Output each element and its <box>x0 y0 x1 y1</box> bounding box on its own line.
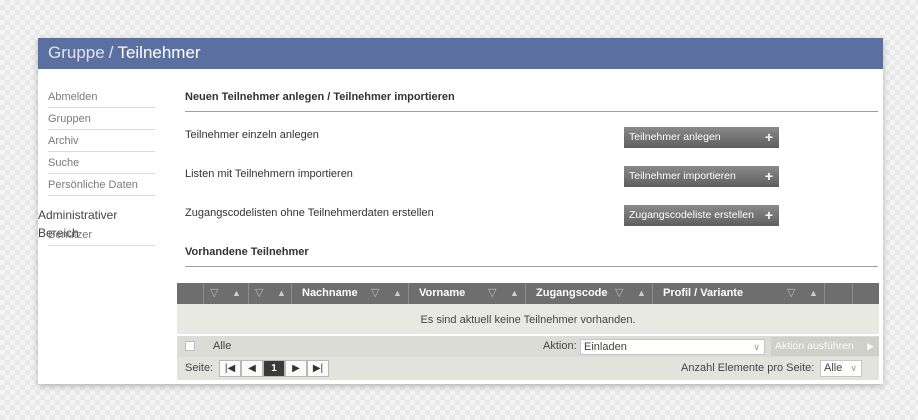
import-participants-button[interactable]: Teilnehmer importieren + <box>624 166 779 187</box>
column-profil-variante-label: Profil / Variante <box>663 287 744 299</box>
select-all-label: Alle <box>213 340 232 352</box>
filter-icon[interactable]: ▽ <box>255 283 263 304</box>
sidebar-item-archiv[interactable]: Archiv <box>48 130 155 152</box>
chevron-down-icon: ∨ <box>753 342 760 352</box>
create-participant-button[interactable]: Teilnehmer anlegen + <box>624 127 779 148</box>
access-code-list-label: Zugangscodelisten ohne Teilnehmerdaten e… <box>185 207 434 219</box>
column-checkbox-filter: ▽ ▲ <box>203 283 248 304</box>
sidebar-item-persoenliche-daten[interactable]: Persönliche Daten <box>48 174 155 196</box>
column-nachname[interactable]: Nachname ▽ ▲ <box>291 283 408 304</box>
empty-table-message: Es sind aktuell keine Teilnehmer vorhand… <box>177 304 879 334</box>
column-vorname[interactable]: Vorname ▽ ▲ <box>408 283 525 304</box>
current-page-button[interactable]: 1 <box>263 360 285 377</box>
column-spacer <box>852 283 879 304</box>
sidebar-item-benutzer[interactable]: Benutzer <box>48 224 155 246</box>
page-label: Seite: <box>185 362 214 374</box>
first-page-button[interactable]: |◀ <box>219 360 241 377</box>
pagination-bar: Seite: |◀ ◀ 1 ▶ ▶| Anzahl Elemente pro S… <box>177 357 879 380</box>
page-size-select-value: Alle <box>824 362 843 374</box>
page-size-label: Anzahl Elemente pro Seite: <box>681 362 815 374</box>
filter-icon[interactable]: ▽ <box>488 283 496 304</box>
sort-caret-icon[interactable]: ▲ <box>393 283 402 304</box>
sort-caret-icon[interactable]: ▲ <box>232 283 241 304</box>
sidebar: Abmelden Gruppen Archiv Suche Persönlich… <box>38 86 158 246</box>
column-zugangscode-label: Zugangscode <box>536 287 608 299</box>
sort-caret-icon[interactable]: ▲ <box>510 283 519 304</box>
first-page-icon: |◀ <box>224 363 236 374</box>
plus-icon: + <box>764 168 773 184</box>
last-page-button[interactable]: ▶| <box>307 360 329 377</box>
previous-page-button[interactable]: ◀ <box>241 360 263 377</box>
create-single-label: Teilnehmer einzeln anlegen <box>185 129 319 141</box>
execute-action-button[interactable]: Aktion ausführen ▶ <box>771 337 879 356</box>
breadcrumb-separator: / <box>108 43 114 62</box>
filter-icon[interactable]: ▽ <box>371 283 379 304</box>
page-title: Teilnehmer <box>117 43 201 62</box>
filter-icon[interactable]: ▽ <box>615 283 623 304</box>
create-section-heading: Neuen Teilnehmer anlegen / Teilnehmer im… <box>185 91 878 112</box>
action-select-value: Einladen <box>584 341 627 353</box>
next-page-icon: ▶ <box>292 363 300 374</box>
import-participants-button-label: Teilnehmer importieren <box>629 170 736 182</box>
column-profil-variante[interactable]: Profil / Variante ▽ ▲ <box>652 283 824 304</box>
sort-caret-icon[interactable]: ▲ <box>809 283 818 304</box>
next-page-button[interactable]: ▶ <box>285 360 307 377</box>
existing-section-heading: Vorhandene Teilnehmer <box>185 246 878 267</box>
chevron-down-icon: ∨ <box>850 363 857 373</box>
sort-caret-icon[interactable]: ▲ <box>637 283 646 304</box>
sort-caret-icon[interactable]: ▲ <box>277 283 286 304</box>
main-window: Gruppe / Teilnehmer Abmelden Gruppen Archi… <box>38 38 883 384</box>
filter-icon[interactable]: ▽ <box>210 283 218 304</box>
page-header: Gruppe / Teilnehmer <box>38 38 883 69</box>
plus-icon: + <box>764 129 773 145</box>
column-empty-filter: ▽ ▲ <box>248 283 291 304</box>
chevron-right-icon: ▶ <box>867 341 874 351</box>
action-select[interactable]: Einladen ∨ <box>580 339 765 355</box>
create-participant-button-label: Teilnehmer anlegen <box>629 131 721 143</box>
column-spacer <box>824 283 852 304</box>
sidebar-item-suche[interactable]: Suche <box>48 152 155 174</box>
select-all-checkbox[interactable] <box>185 341 195 351</box>
page-size-select[interactable]: Alle ∨ <box>820 360 862 377</box>
column-vorname-label: Vorname <box>419 287 466 299</box>
plus-icon: + <box>764 207 773 223</box>
participants-table-header: ▽ ▲ ▽ ▲ Nachname ▽ ▲ Vorname ▽ ▲ Zugangs… <box>177 283 879 304</box>
create-access-code-list-button-label: Zugangscodeliste erstellen <box>629 209 754 221</box>
filter-icon[interactable]: ▽ <box>787 283 795 304</box>
breadcrumb-group[interactable]: Gruppe <box>48 43 105 62</box>
sidebar-section-admin: Administrativer Bereich <box>38 208 118 240</box>
column-zugangscode[interactable]: Zugangscode ▽ ▲ <box>525 283 652 304</box>
bulk-action-bar: Alle Aktion: Einladen ∨ Aktion ausführen… <box>177 335 879 357</box>
column-nachname-label: Nachname <box>302 287 358 299</box>
sidebar-item-gruppen[interactable]: Gruppen <box>48 108 155 130</box>
create-access-code-list-button[interactable]: Zugangscodeliste erstellen + <box>624 205 779 226</box>
previous-page-icon: ◀ <box>248 363 256 374</box>
sidebar-item-abmelden[interactable]: Abmelden <box>48 86 155 108</box>
action-label: Aktion: <box>543 340 577 352</box>
import-list-label: Listen mit Teilnehmern importieren <box>185 168 353 180</box>
execute-action-button-label: Aktion ausführen <box>775 340 854 352</box>
last-page-icon: ▶| <box>312 363 324 374</box>
